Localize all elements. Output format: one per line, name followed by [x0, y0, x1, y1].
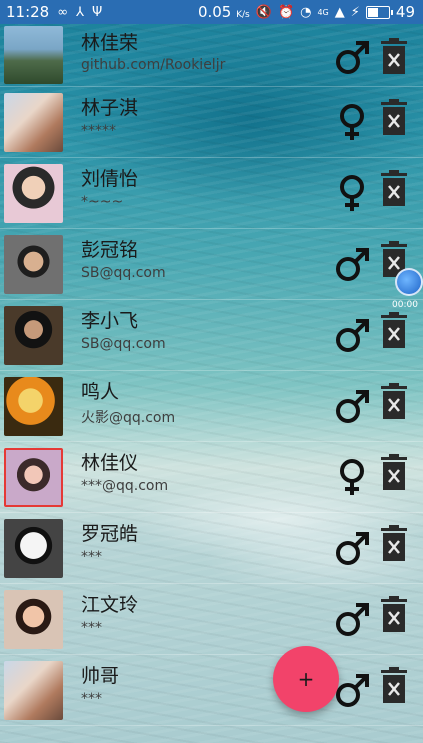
contact-list: 林佳荣 github.com/Rookieljr 林子淇 ***** 刘倩怡 *~~~ 彭冠… — [0, 24, 423, 726]
contact-name: 林佳仪 — [81, 452, 139, 474]
contact-name: 帅哥 — [81, 665, 120, 687]
contact-email: SB@qq.com — [81, 336, 166, 352]
contact-email: github.com/Rookieljr — [81, 57, 226, 73]
contact-email: *** — [81, 620, 102, 636]
status-bar: 11:28 ∞ ⅄ Ψ 0.05 K/s 🔇 ⏰ ◔ 4G ▲ ⚡ 49 — [0, 0, 423, 24]
delete-icon[interactable] — [380, 454, 408, 490]
male-icon[interactable] — [334, 600, 370, 638]
avatar[interactable] — [4, 590, 63, 649]
delete-icon[interactable] — [380, 596, 408, 632]
status-time: 11:28 — [6, 3, 50, 21]
contact-email: ***** — [81, 123, 116, 139]
avatar[interactable] — [4, 93, 63, 152]
delete-icon[interactable] — [380, 312, 408, 348]
contact-email: *** — [81, 691, 102, 707]
avatar[interactable] — [4, 164, 63, 223]
delete-icon[interactable] — [380, 667, 408, 703]
female-icon[interactable] — [334, 103, 370, 141]
avatar[interactable] — [4, 377, 63, 436]
contact-row[interactable]: 帅哥 *** — [0, 655, 423, 726]
avatar[interactable] — [4, 26, 63, 84]
battery-level: 49 — [395, 3, 415, 21]
male-icon[interactable] — [334, 38, 370, 76]
share-icon: ⅄ — [76, 4, 85, 20]
contact-row[interactable]: 刘倩怡 *~~~ — [0, 158, 423, 229]
wifi-icon: ◔ — [300, 4, 312, 20]
female-icon[interactable] — [334, 174, 370, 212]
contact-name: 林子淇 — [81, 97, 139, 119]
contact-row[interactable]: 罗冠皓 *** — [0, 513, 423, 584]
contact-row[interactable]: 林佳荣 github.com/Rookieljr — [0, 24, 423, 87]
delete-icon[interactable] — [380, 99, 408, 135]
contact-email: SB@qq.com — [81, 265, 166, 281]
avatar[interactable] — [4, 306, 63, 365]
add-contact-button[interactable]: + — [273, 646, 339, 712]
contact-row[interactable]: 林佳仪 ***@qq.com — [0, 442, 423, 513]
avatar[interactable] — [4, 235, 63, 294]
male-icon[interactable] — [334, 316, 370, 354]
network-speed: 0.05 K/s — [197, 3, 250, 21]
contact-email: 火影@qq.com — [81, 410, 176, 426]
delete-icon[interactable] — [380, 38, 408, 74]
male-icon[interactable] — [334, 245, 370, 283]
infinity-icon: ∞ — [57, 4, 69, 20]
male-icon[interactable] — [334, 529, 370, 567]
floating-timer: 00:00 — [392, 300, 418, 310]
delete-icon[interactable] — [380, 525, 408, 561]
avatar[interactable] — [4, 519, 63, 578]
alarm-icon: ⏰ — [277, 4, 295, 20]
contact-name: 罗冠皓 — [81, 523, 139, 545]
delete-icon[interactable] — [380, 170, 408, 206]
male-icon[interactable] — [334, 387, 370, 425]
contact-row[interactable]: 彭冠铭 SB@qq.com — [0, 229, 423, 300]
delete-icon[interactable] — [380, 383, 408, 419]
contact-email: *~~~ — [81, 194, 124, 210]
signal-icon: ▲ — [334, 4, 345, 20]
contact-email: ***@qq.com — [81, 478, 169, 494]
contact-name: 彭冠铭 — [81, 239, 139, 261]
contact-name: 江文玲 — [81, 594, 139, 616]
usb-icon: Ψ — [92, 4, 103, 20]
contact-name: 鸣人 — [81, 381, 120, 403]
contact-row[interactable]: 林子淇 ***** — [0, 87, 423, 158]
mute-icon: 🔇 — [255, 4, 272, 20]
contact-name: 李小飞 — [81, 310, 139, 332]
network-type: 4G — [317, 7, 329, 17]
battery-icon — [365, 5, 393, 19]
contact-name: 刘倩怡 — [81, 168, 139, 190]
floating-recorder-icon[interactable] — [395, 268, 423, 296]
contact-row[interactable]: 鸣人火影@qq.com — [0, 371, 423, 442]
female-icon[interactable] — [334, 458, 370, 496]
avatar[interactable] — [4, 661, 63, 720]
contact-row[interactable]: 李小飞 SB@qq.com — [0, 300, 423, 371]
contact-email: *** — [81, 549, 102, 565]
charging-icon: ⚡ — [350, 4, 360, 20]
contact-name: 林佳荣 — [81, 32, 139, 54]
male-icon[interactable] — [334, 671, 370, 709]
avatar[interactable] — [4, 448, 63, 507]
contact-row[interactable]: 江文玲 *** — [0, 584, 423, 655]
